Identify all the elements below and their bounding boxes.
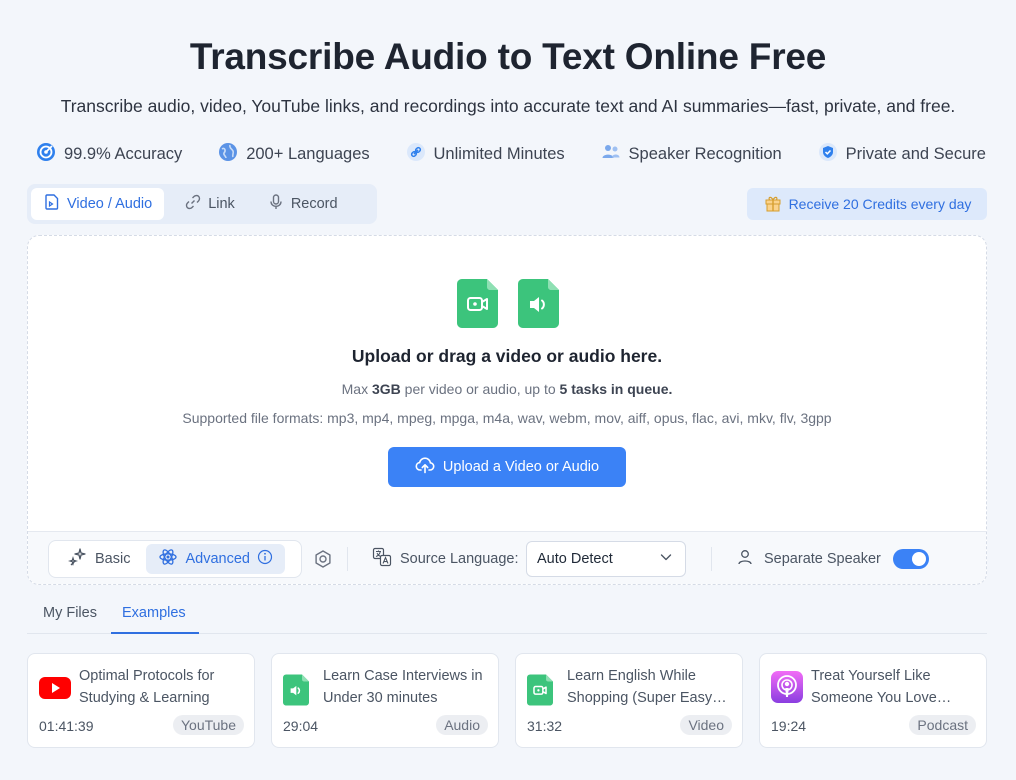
tab-link[interactable]: Link — [172, 188, 247, 220]
mode-label: Advanced — [185, 551, 250, 567]
microphone-icon — [267, 193, 285, 215]
example-type-badge: Video — [680, 715, 732, 735]
upload-title: Upload or drag a video or audio here. — [351, 346, 663, 366]
feature-private: Private and Secure — [818, 142, 986, 167]
example-card[interactable]: Optimal Protocols for Studying & Learnin… — [27, 653, 255, 748]
feature-languages: 200+ Languages — [218, 142, 370, 167]
shield-icon — [818, 142, 838, 167]
feature-label: Speaker Recognition — [628, 144, 782, 163]
settings-icon[interactable] — [313, 549, 333, 574]
options-divider — [347, 547, 348, 571]
limit-prefix: Max — [341, 381, 372, 397]
files-tab-bar: My Files Examples — [27, 600, 987, 634]
tab-examples[interactable]: Examples — [122, 605, 186, 633]
example-duration: 31:32 — [527, 718, 563, 734]
cloud-upload-icon — [415, 456, 435, 478]
link-icon — [184, 193, 202, 215]
upload-button[interactable]: Upload a Video or Audio — [388, 447, 626, 487]
file-video-icon — [43, 193, 61, 215]
audio-file-icon — [518, 279, 559, 329]
audio-file-icon — [283, 674, 309, 711]
upload-limit-text: Max 3GB per video or audio, up to 5 task… — [28, 381, 986, 397]
tab-record[interactable]: Record — [255, 188, 350, 220]
tab-label: Record — [290, 196, 338, 212]
translate-icon — [372, 547, 392, 571]
link-icon — [406, 142, 426, 167]
info-icon[interactable] — [257, 549, 273, 569]
source-language-label: Source Language: — [372, 546, 519, 572]
user-icon — [736, 548, 754, 570]
example-title: Learn English While Shopping (Super Easy… — [567, 668, 713, 706]
podcast-icon — [771, 671, 803, 708]
credits-label: Receive 20 Credits every day — [788, 196, 972, 212]
upload-dropzone[interactable]: Upload or drag a video or audio here. Ma… — [27, 235, 987, 585]
globe-icon — [218, 142, 238, 167]
example-duration: 19:24 — [771, 718, 807, 734]
mode-toggle-group: Basic Advanced — [48, 540, 302, 578]
tab-label: Video / Audio — [67, 196, 153, 212]
feature-minutes: Unlimited Minutes — [406, 142, 565, 167]
example-duration: 29:04 — [283, 718, 319, 734]
tab-video-audio[interactable]: Video / Audio — [31, 188, 165, 220]
input-source-tabs: Video / Audio Link Record — [27, 184, 377, 224]
sparkle-icon — [67, 547, 88, 571]
example-card[interactable]: Learn English While Shopping (Super Easy… — [515, 653, 743, 748]
video-file-icon — [527, 674, 553, 711]
example-type-badge: Audio — [436, 715, 488, 735]
target-icon — [36, 142, 56, 167]
mode-advanced[interactable]: Advanced — [146, 544, 285, 574]
source-language-text: Source Language: — [400, 551, 519, 567]
page-title: Transcribe Audio to Text Online Free — [189, 36, 827, 77]
tab-my-files[interactable]: My Files — [43, 605, 97, 633]
example-card[interactable]: Treat Yourself Like Someone You Love Pod… — [759, 653, 987, 748]
feature-label: 200+ Languages — [246, 144, 370, 163]
source-language-value: Auto Detect — [537, 551, 613, 567]
atom-icon — [158, 547, 178, 571]
daily-credits-banner[interactable]: Receive 20 Credits every day — [747, 188, 987, 220]
gift-icon — [763, 193, 783, 216]
options-divider — [711, 547, 712, 571]
feature-label: Unlimited Minutes — [433, 144, 565, 163]
example-title: Learn Case Interviews in Under 30 minute… — [323, 668, 483, 706]
feature-list: 99.9% Accuracy 200+ Languages Unlimited … — [36, 142, 986, 166]
limit-middle: per video or audio, up to — [400, 381, 560, 397]
mode-label: Basic — [95, 551, 131, 567]
tab-label: Link — [208, 196, 235, 212]
example-title: Treat Yourself Like Someone You Love Pod… — [811, 668, 937, 706]
limit-size: 3GB — [371, 381, 401, 397]
source-language-select[interactable]: Auto Detect — [526, 541, 686, 577]
supported-formats: Supported file formats: mp3, mp4, mpeg, … — [182, 410, 832, 426]
page-subtitle: Transcribe audio, video, YouTube links, … — [60, 96, 956, 116]
example-duration: 01:41:39 — [39, 718, 94, 734]
upload-button-label: Upload a Video or Audio — [442, 459, 600, 475]
youtube-icon — [39, 674, 71, 705]
separate-speaker-label: Separate Speaker — [764, 551, 881, 567]
chevron-down-icon — [659, 550, 673, 568]
feature-label: 99.9% Accuracy — [64, 144, 183, 163]
file-type-icons — [457, 279, 559, 329]
active-tab-underline — [111, 632, 199, 634]
limit-tasks: 5 tasks in queue. — [559, 381, 673, 397]
separate-speaker-toggle[interactable] — [892, 549, 929, 569]
feature-label: Private and Secure — [845, 144, 986, 163]
example-title: Optimal Protocols for Studying & Learnin… — [79, 668, 215, 706]
feature-speaker: Speaker Recognition — [601, 142, 782, 167]
people-icon — [601, 142, 621, 167]
mode-basic[interactable]: Basic — [52, 544, 146, 574]
example-type-badge: Podcast — [909, 715, 976, 735]
transcription-options-bar: Basic Advanced Source Language: Auto Det… — [28, 531, 986, 584]
video-file-icon — [457, 279, 498, 329]
example-card[interactable]: Learn Case Interviews in Under 30 minute… — [271, 653, 499, 748]
separate-speaker-control: Separate Speaker — [736, 546, 929, 572]
example-list: Optimal Protocols for Studying & Learnin… — [27, 653, 987, 748]
example-type-badge: YouTube — [172, 715, 244, 735]
feature-accuracy: 99.9% Accuracy — [36, 142, 182, 167]
